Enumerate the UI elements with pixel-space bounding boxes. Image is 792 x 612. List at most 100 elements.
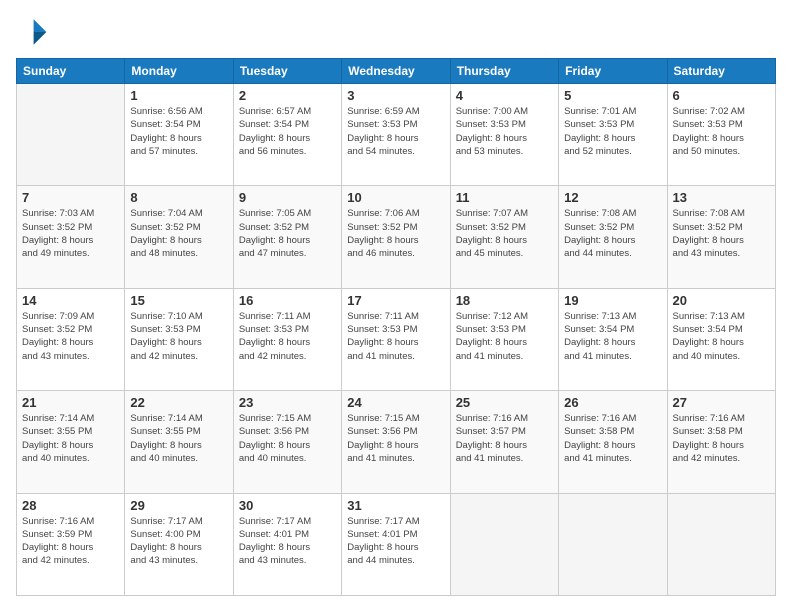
day-info: Sunrise: 7:17 AMSunset: 4:01 PMDaylight:… bbox=[239, 515, 336, 568]
calendar-cell: 31 Sunrise: 7:17 AMSunset: 4:01 PMDayligh… bbox=[342, 493, 450, 595]
calendar-cell: 1Sunrise: 6:56 AMSunset: 3:54 PMDaylight… bbox=[125, 84, 233, 186]
calendar-cell: 11 Sunrise: 7:07 AMSunset: 3:52 PMDayligh… bbox=[450, 186, 558, 288]
calendar-table: SundayMondayTuesdayWednesdayThursdayFrid… bbox=[16, 58, 776, 596]
calendar-cell: 5Sunrise: 7:01 AMSunset: 3:53 PMDaylight… bbox=[559, 84, 667, 186]
day-info: Sunrise: 7:03 AMSunset: 3:52 PMDaylight:… bbox=[22, 207, 119, 260]
day-number: 24 bbox=[347, 395, 444, 410]
day-number: 7 bbox=[22, 190, 119, 205]
calendar-cell: 23 Sunrise: 7:15 AMSunset: 3:56 PMDayligh… bbox=[233, 391, 341, 493]
calendar-cell bbox=[17, 84, 125, 186]
day-number: 3 bbox=[347, 88, 444, 103]
day-number: 26 bbox=[564, 395, 661, 410]
calendar-cell: 22 Sunrise: 7:14 AMSunset: 3:55 PMDayligh… bbox=[125, 391, 233, 493]
header-day-sunday: Sunday bbox=[17, 59, 125, 84]
day-number: 31 bbox=[347, 498, 444, 513]
header bbox=[16, 16, 776, 48]
calendar-cell bbox=[450, 493, 558, 595]
header-day-monday: Monday bbox=[125, 59, 233, 84]
day-info: Sunrise: 7:11 AMSunset: 3:53 PMDaylight:… bbox=[347, 310, 444, 363]
day-number: 25 bbox=[456, 395, 553, 410]
day-info: Sunrise: 7:00 AMSunset: 3:53 PMDaylight:… bbox=[456, 105, 553, 158]
day-number: 15 bbox=[130, 293, 227, 308]
calendar-cell: 25 Sunrise: 7:16 AMSunset: 3:57 PMDayligh… bbox=[450, 391, 558, 493]
day-number: 17 bbox=[347, 293, 444, 308]
calendar-cell: 8 Sunrise: 7:04 AMSunset: 3:52 PMDaylight… bbox=[125, 186, 233, 288]
day-info: Sunrise: 7:10 AMSunset: 3:53 PMDaylight:… bbox=[130, 310, 227, 363]
calendar-cell: 21 Sunrise: 7:14 AMSunset: 3:55 PMDayligh… bbox=[17, 391, 125, 493]
calendar-cell: 10 Sunrise: 7:06 AMSunset: 3:52 PMDayligh… bbox=[342, 186, 450, 288]
logo-icon bbox=[16, 16, 48, 48]
day-info: Sunrise: 7:08 AMSunset: 3:52 PMDaylight:… bbox=[673, 207, 770, 260]
day-info: Sunrise: 7:01 AMSunset: 3:53 PMDaylight:… bbox=[564, 105, 661, 158]
day-info: Sunrise: 7:13 AMSunset: 3:54 PMDaylight:… bbox=[673, 310, 770, 363]
day-info: Sunrise: 7:15 AMSunset: 3:56 PMDaylight:… bbox=[239, 412, 336, 465]
day-number: 11 bbox=[456, 190, 553, 205]
calendar-cell: 16Sunrise: 7:11 AMSunset: 3:53 PMDayligh… bbox=[233, 288, 341, 390]
calendar-cell: 7 Sunrise: 7:03 AMSunset: 3:52 PMDaylight… bbox=[17, 186, 125, 288]
page: SundayMondayTuesdayWednesdayThursdayFrid… bbox=[0, 0, 792, 612]
calendar-week-row: 14Sunrise: 7:09 AMSunset: 3:52 PMDayligh… bbox=[17, 288, 776, 390]
day-number: 12 bbox=[564, 190, 661, 205]
day-info: Sunrise: 6:56 AMSunset: 3:54 PMDaylight:… bbox=[130, 105, 227, 158]
day-info: Sunrise: 7:16 AMSunset: 3:57 PMDaylight:… bbox=[456, 412, 553, 465]
calendar-week-row: 28 Sunrise: 7:16 AMSunset: 3:59 PMDayligh… bbox=[17, 493, 776, 595]
header-day-tuesday: Tuesday bbox=[233, 59, 341, 84]
day-info: Sunrise: 6:57 AMSunset: 3:54 PMDaylight:… bbox=[239, 105, 336, 158]
day-info: Sunrise: 7:17 AMSunset: 4:00 PMDaylight:… bbox=[130, 515, 227, 568]
calendar-cell: 26 Sunrise: 7:16 AMSunset: 3:58 PMDayligh… bbox=[559, 391, 667, 493]
header-day-saturday: Saturday bbox=[667, 59, 775, 84]
calendar-week-row: 1Sunrise: 6:56 AMSunset: 3:54 PMDaylight… bbox=[17, 84, 776, 186]
day-number: 9 bbox=[239, 190, 336, 205]
calendar-cell: 9Sunrise: 7:05 AMSunset: 3:52 PMDaylight… bbox=[233, 186, 341, 288]
day-number: 22 bbox=[130, 395, 227, 410]
header-day-thursday: Thursday bbox=[450, 59, 558, 84]
day-info: Sunrise: 7:07 AMSunset: 3:52 PMDaylight:… bbox=[456, 207, 553, 260]
calendar-cell: 3Sunrise: 6:59 AMSunset: 3:53 PMDaylight… bbox=[342, 84, 450, 186]
day-number: 20 bbox=[673, 293, 770, 308]
day-info: Sunrise: 7:08 AMSunset: 3:52 PMDaylight:… bbox=[564, 207, 661, 260]
day-number: 14 bbox=[22, 293, 119, 308]
day-number: 2 bbox=[239, 88, 336, 103]
day-info: Sunrise: 7:15 AMSunset: 3:56 PMDaylight:… bbox=[347, 412, 444, 465]
day-info: Sunrise: 7:17 AMSunset: 4:01 PMDaylight:… bbox=[347, 515, 444, 568]
calendar-cell: 24 Sunrise: 7:15 AMSunset: 3:56 PMDayligh… bbox=[342, 391, 450, 493]
calendar-cell: 19 Sunrise: 7:13 AMSunset: 3:54 PMDayligh… bbox=[559, 288, 667, 390]
day-info: Sunrise: 7:13 AMSunset: 3:54 PMDaylight:… bbox=[564, 310, 661, 363]
day-number: 4 bbox=[456, 88, 553, 103]
calendar-week-row: 21 Sunrise: 7:14 AMSunset: 3:55 PMDayligh… bbox=[17, 391, 776, 493]
calendar-cell: 14Sunrise: 7:09 AMSunset: 3:52 PMDayligh… bbox=[17, 288, 125, 390]
calendar-cell bbox=[667, 493, 775, 595]
day-number: 6 bbox=[673, 88, 770, 103]
calendar-cell: 17 Sunrise: 7:11 AMSunset: 3:53 PMDayligh… bbox=[342, 288, 450, 390]
day-number: 10 bbox=[347, 190, 444, 205]
day-info: Sunrise: 7:06 AMSunset: 3:52 PMDaylight:… bbox=[347, 207, 444, 260]
day-number: 30 bbox=[239, 498, 336, 513]
day-number: 19 bbox=[564, 293, 661, 308]
day-info: Sunrise: 7:04 AMSunset: 3:52 PMDaylight:… bbox=[130, 207, 227, 260]
day-info: Sunrise: 7:11 AMSunset: 3:53 PMDaylight:… bbox=[239, 310, 336, 363]
day-info: Sunrise: 7:16 AMSunset: 3:59 PMDaylight:… bbox=[22, 515, 119, 568]
day-number: 29 bbox=[130, 498, 227, 513]
calendar-cell: 30 Sunrise: 7:17 AMSunset: 4:01 PMDayligh… bbox=[233, 493, 341, 595]
day-info: Sunrise: 7:12 AMSunset: 3:53 PMDaylight:… bbox=[456, 310, 553, 363]
day-number: 28 bbox=[22, 498, 119, 513]
calendar-cell: 2 Sunrise: 6:57 AMSunset: 3:54 PMDaylight… bbox=[233, 84, 341, 186]
calendar-cell bbox=[559, 493, 667, 595]
calendar-header-row: SundayMondayTuesdayWednesdayThursdayFrid… bbox=[17, 59, 776, 84]
day-info: Sunrise: 7:14 AMSunset: 3:55 PMDaylight:… bbox=[22, 412, 119, 465]
day-number: 23 bbox=[239, 395, 336, 410]
calendar-cell: 12 Sunrise: 7:08 AMSunset: 3:52 PMDayligh… bbox=[559, 186, 667, 288]
day-number: 18 bbox=[456, 293, 553, 308]
calendar-cell: 15 Sunrise: 7:10 AMSunset: 3:53 PMDayligh… bbox=[125, 288, 233, 390]
day-info: Sunrise: 7:02 AMSunset: 3:53 PMDaylight:… bbox=[673, 105, 770, 158]
day-number: 8 bbox=[130, 190, 227, 205]
calendar-cell: 4 Sunrise: 7:00 AMSunset: 3:53 PMDaylight… bbox=[450, 84, 558, 186]
calendar-week-row: 7 Sunrise: 7:03 AMSunset: 3:52 PMDaylight… bbox=[17, 186, 776, 288]
day-number: 13 bbox=[673, 190, 770, 205]
day-info: Sunrise: 7:16 AMSunset: 3:58 PMDaylight:… bbox=[564, 412, 661, 465]
day-number: 21 bbox=[22, 395, 119, 410]
calendar-cell: 28 Sunrise: 7:16 AMSunset: 3:59 PMDayligh… bbox=[17, 493, 125, 595]
calendar-cell: 18 Sunrise: 7:12 AMSunset: 3:53 PMDayligh… bbox=[450, 288, 558, 390]
day-info: Sunrise: 7:14 AMSunset: 3:55 PMDaylight:… bbox=[130, 412, 227, 465]
calendar-cell: 29 Sunrise: 7:17 AMSunset: 4:00 PMDayligh… bbox=[125, 493, 233, 595]
